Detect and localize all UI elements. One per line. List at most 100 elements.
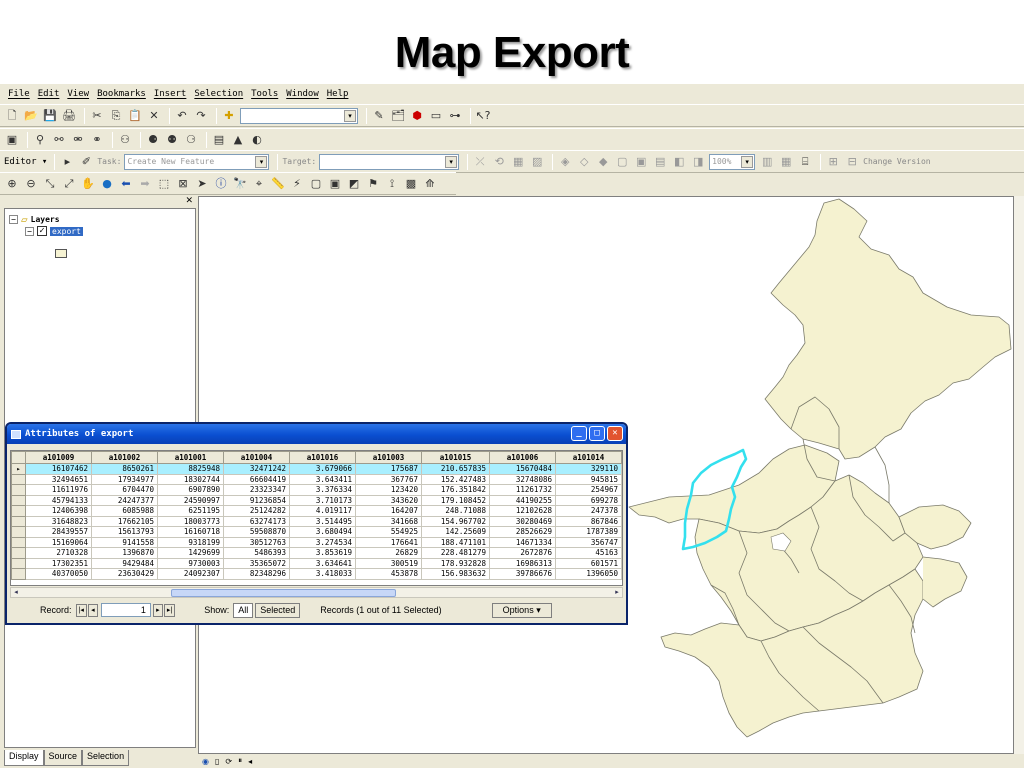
maximize-button[interactable]: □: [589, 426, 605, 441]
table-cell[interactable]: 17934977: [91, 473, 158, 485]
table-row[interactable]: 15169064 9141558 9318199 30512763 3.274534 17…: [11, 536, 622, 548]
menu-tools[interactable]: Tools: [251, 89, 278, 99]
tool-a-icon[interactable]: ▣: [4, 132, 20, 148]
route-icon[interactable]: ⟟: [384, 176, 400, 192]
scale-combo[interactable]: ▾: [240, 107, 358, 124]
attribute-table[interactable]: a101009 a101002 a101001 a101004 a101016 …: [10, 450, 623, 586]
minimize-button[interactable]: _: [571, 426, 587, 441]
table-cell[interactable]: 123420: [355, 484, 422, 496]
table-row[interactable]: 17302351 9429484 9730003 35365072 3.634641 30…: [11, 557, 622, 569]
table-cell[interactable]: 152.427483: [421, 473, 490, 485]
menu-bookmarks[interactable]: Bookmarks: [97, 89, 146, 99]
table-cell[interactable]: 3.680494: [289, 526, 356, 538]
table-cell[interactable]: 248.71088: [421, 505, 490, 517]
command-line-icon[interactable]: ▭: [428, 108, 444, 124]
table-row[interactable]: 28439557 15613793 16160718 59508870 3.680494…: [11, 526, 622, 538]
layout-d-icon[interactable]: ▥: [759, 154, 775, 170]
table-cell[interactable]: 9429484: [91, 557, 158, 569]
row-selector[interactable]: [11, 515, 26, 527]
tool-h-icon[interactable]: ⚉: [164, 132, 180, 148]
table-cell[interactable]: 176641: [355, 536, 422, 548]
table-cell[interactable]: 945815: [555, 473, 622, 485]
identify-icon[interactable]: ⓘ: [213, 176, 229, 192]
table-cell[interactable]: 25124282: [223, 505, 290, 517]
row-selector[interactable]: [11, 568, 26, 580]
table-cell[interactable]: 341668: [355, 515, 422, 527]
column-header[interactable]: a101014: [555, 451, 622, 464]
open-icon[interactable]: 📂: [23, 108, 39, 124]
table-cell[interactable]: 8650261: [91, 463, 158, 475]
previous-record-button[interactable]: ◂: [87, 603, 98, 617]
fixed-zoom-in-icon[interactable]: ⤡: [42, 176, 58, 192]
layout-a-icon[interactable]: ▢: [614, 154, 630, 170]
table-cell[interactable]: 3.514495: [289, 515, 356, 527]
table-cell[interactable]: 28526629: [489, 526, 556, 538]
table-cell[interactable]: 6907890: [157, 484, 224, 496]
versioning-icon[interactable]: ⌸: [797, 154, 813, 170]
layer-export[interactable]: − ✓ export: [25, 226, 83, 236]
rotate-icon[interactable]: ⟲: [491, 154, 507, 170]
table-cell[interactable]: 210.657835: [421, 463, 490, 475]
row-selector[interactable]: [11, 526, 26, 538]
table-cell[interactable]: 24092307: [157, 568, 224, 580]
row-selector[interactable]: [11, 494, 26, 506]
table-cell[interactable]: 3.274534: [289, 536, 356, 548]
layers-root[interactable]: − ▱ Layers: [9, 213, 60, 226]
sketch-tool-icon[interactable]: ✐: [78, 154, 94, 170]
table-cell[interactable]: 82348296: [223, 568, 290, 580]
new-document-icon[interactable]: 🗋: [4, 108, 20, 124]
first-record-button[interactable]: |◂: [75, 603, 87, 617]
full-extent-icon[interactable]: ●: [99, 176, 115, 192]
table-cell[interactable]: 367767: [355, 473, 422, 485]
column-header[interactable]: a101016: [289, 451, 356, 464]
column-header[interactable]: a101009: [25, 451, 92, 464]
last-record-button[interactable]: ▸|: [163, 603, 176, 617]
table-cell[interactable]: 175687: [355, 463, 422, 475]
menu-insert[interactable]: Insert: [154, 89, 187, 99]
column-header[interactable]: a101015: [421, 451, 490, 464]
table-cell[interactable]: 300519: [355, 557, 422, 569]
attributes-title-bar[interactable]: Attributes of export _ □ ✕: [7, 424, 626, 444]
table-cell[interactable]: 17662105: [91, 515, 158, 527]
copy-icon[interactable]: ⎘: [108, 108, 124, 124]
table-cell[interactable]: 32748086: [489, 473, 556, 485]
refresh-icon[interactable]: ⟳: [225, 757, 232, 766]
table-cell[interactable]: 156.983632: [421, 568, 490, 580]
paste-icon[interactable]: 📋: [127, 108, 143, 124]
table-row[interactable]: 31648823 17662105 18003773 63274173 3.514495…: [11, 515, 622, 527]
table-cell[interactable]: 176.351842: [421, 484, 490, 496]
find-icon[interactable]: 🔭: [232, 176, 248, 192]
table-cell[interactable]: 1396050: [555, 568, 622, 580]
table-cell[interactable]: 188.471101: [421, 536, 490, 548]
table-cell[interactable]: 24247377: [91, 494, 158, 506]
select-elements-icon[interactable]: ➤: [194, 176, 210, 192]
editor-menu[interactable]: Editor ▾: [4, 157, 47, 167]
row-selector[interactable]: [11, 473, 26, 485]
back-extent-icon[interactable]: ⬅: [118, 176, 134, 192]
table-cell[interactable]: 3.376334: [289, 484, 356, 496]
table-cell[interactable]: 9141558: [91, 536, 158, 548]
table-cell[interactable]: 699278: [555, 494, 622, 506]
add-data-icon[interactable]: ✚: [221, 108, 237, 124]
hyperlink-icon[interactable]: ⚡: [289, 176, 305, 192]
table-cell[interactable]: 3.679066: [289, 463, 356, 475]
table-cell[interactable]: 1396870: [91, 547, 158, 559]
table-cell[interactable]: 4.019117: [289, 505, 356, 517]
table-cell[interactable]: 14671334: [489, 536, 556, 548]
edit-tool-icon[interactable]: ▸: [59, 154, 75, 170]
table-cell[interactable]: 329110: [555, 463, 622, 475]
table-row[interactable]: 12406398 6085988 6251195 25124282 4.019117 16…: [11, 505, 622, 517]
fixed-zoom-out-icon[interactable]: ⤢: [61, 176, 77, 192]
table-cell[interactable]: 554925: [355, 526, 422, 538]
topology-b-icon[interactable]: ◇: [576, 154, 592, 170]
layout-e-icon[interactable]: ▦: [778, 154, 794, 170]
table-cell[interactable]: 24590997: [157, 494, 224, 506]
editor-toolbar-icon[interactable]: ✎: [371, 108, 387, 124]
row-selector[interactable]: [11, 557, 26, 569]
print-icon[interactable]: 🖨: [61, 108, 77, 124]
table-cell[interactable]: 6704470: [91, 484, 158, 496]
table-cell[interactable]: 3.634641: [289, 557, 356, 569]
magnifier-icon[interactable]: ◩: [346, 176, 362, 192]
redo-icon[interactable]: ↷: [193, 108, 209, 124]
table-cell[interactable]: 30512763: [223, 536, 290, 548]
